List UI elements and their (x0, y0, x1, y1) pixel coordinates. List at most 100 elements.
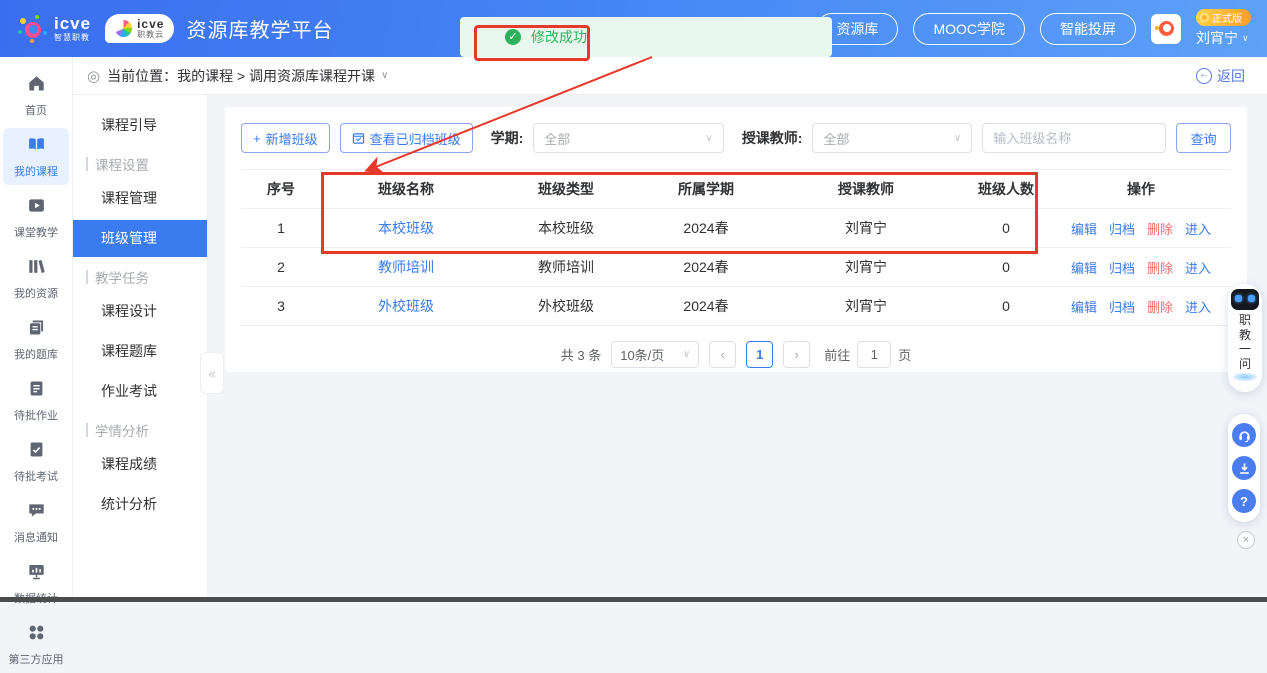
column-header-班级名称: 班级名称 (321, 179, 491, 199)
sidebar-item-首页[interactable]: 首页 (3, 67, 69, 124)
header-nav-智能投屏[interactable]: 智能投屏 (1040, 13, 1136, 45)
semester-select[interactable]: 全部 ∨ (533, 123, 724, 153)
sidebar-item-消息通知[interactable]: 消息通知 (3, 494, 69, 551)
submenu-item-课程成绩[interactable]: 课程成绩 (73, 446, 207, 483)
sidebar-item-label: 课堂教学 (14, 224, 58, 240)
sidebar-item-label: 待批考试 (14, 468, 58, 484)
submenu-item-作业考试[interactable]: 作业考试 (73, 373, 207, 410)
action-归档[interactable]: 归档 (1109, 258, 1135, 277)
page-size-select[interactable]: 10条/页 ∨ (611, 341, 699, 368)
submenu-section-课程设置: 课程设置 (73, 147, 207, 180)
sidebar-item-我的题库[interactable]: 我的题库 (3, 311, 69, 368)
submenu-section-教学任务: 教学任务 (73, 260, 207, 293)
floating-toolbar: ? (1228, 414, 1260, 522)
action-进入[interactable]: 进入 (1185, 297, 1211, 316)
sidebar-item-我的课程[interactable]: 我的课程 (3, 128, 69, 185)
submenu-item-统计分析[interactable]: 统计分析 (73, 486, 207, 523)
submenu-section-label: 课程设置 (95, 154, 149, 174)
cell-type: 外校班级 (491, 296, 641, 316)
user-menu[interactable]: 正式版 刘宵宁∨ (1196, 9, 1251, 48)
page-number-button[interactable]: 1 (746, 341, 773, 368)
customer-service-button[interactable] (1232, 423, 1256, 447)
submenu-item-班级管理[interactable]: 班级管理 (73, 220, 207, 257)
teacher-select[interactable]: 全部 ∨ (812, 123, 972, 153)
action-删除[interactable]: 删除 (1147, 219, 1173, 238)
window-bottom-edge (0, 597, 1267, 602)
brand1-name: icve (54, 15, 91, 32)
section-bar (86, 423, 88, 437)
section-bar (86, 270, 88, 284)
breadcrumb: 当前位置：我的课程 > 调用资源库课程开课 (107, 66, 375, 86)
sidebar-item-第三方应用[interactable]: 第三方应用 (3, 616, 69, 673)
stats-icon (27, 562, 46, 586)
medal-icon (1200, 13, 1209, 22)
action-删除[interactable]: 删除 (1147, 297, 1173, 316)
help-button[interactable]: ? (1232, 489, 1256, 513)
sidebar-item-label: 我的资源 (14, 285, 58, 301)
close-icon: × (1243, 534, 1249, 546)
message-icon (27, 501, 46, 525)
class-name-search-input[interactable] (982, 123, 1166, 153)
prev-page-button[interactable]: ‹ (709, 341, 736, 368)
question-icon: ? (1240, 494, 1248, 509)
apps-icon (27, 623, 46, 647)
column-header-授课教师: 授课教师 (771, 179, 961, 199)
back-button[interactable]: ← 返回 (1196, 66, 1245, 86)
sidebar-item-数据统计[interactable]: 数据统计 (3, 555, 69, 612)
next-page-button[interactable]: › (783, 341, 810, 368)
cell-count: 0 (961, 298, 1051, 314)
location-icon: ◎ (87, 67, 100, 85)
table-header-row: 序号班级名称班级类型所属学期授课教师班级人数操作 (241, 169, 1231, 209)
brand-icve-zhihuizhijiao: icve 智慧职教 (16, 14, 91, 44)
class-name-link[interactable]: 外校班级 (321, 296, 491, 316)
total-count: 共 3 条 (561, 345, 601, 364)
submenu-item-课程题库[interactable]: 课程题库 (73, 333, 207, 370)
sidebar-item-我的资源[interactable]: 我的资源 (3, 250, 69, 307)
cell-actions: 编辑归档删除进入 (1051, 219, 1231, 238)
view-archived-classes-button[interactable]: 查看已归档班级 (340, 123, 473, 153)
submenu-item-课程管理[interactable]: 课程管理 (73, 180, 207, 217)
submenu-collapse-handle[interactable]: « (200, 352, 224, 394)
column-header-班级人数: 班级人数 (961, 179, 1051, 199)
sidebar-item-label: 我的课程 (14, 163, 58, 179)
home-icon (27, 74, 46, 98)
action-编辑[interactable]: 编辑 (1071, 219, 1097, 238)
cell-semester: 2024春 (641, 218, 771, 238)
action-进入[interactable]: 进入 (1185, 219, 1211, 238)
header-nav-MOOC学院[interactable]: MOOC学院 (913, 13, 1025, 45)
column-header-所属学期: 所属学期 (641, 179, 771, 199)
action-编辑[interactable]: 编辑 (1071, 297, 1097, 316)
class-name-link[interactable]: 本校班级 (321, 218, 491, 238)
goto-page-input[interactable] (857, 341, 891, 368)
action-归档[interactable]: 归档 (1109, 297, 1135, 316)
close-floating-button[interactable]: × (1237, 531, 1255, 549)
brand2-name: icve (137, 18, 164, 30)
class-name-link[interactable]: 教师培训 (321, 257, 491, 277)
ai-assistant-widget[interactable]: 职教一问 (1228, 284, 1262, 392)
sidebar-item-待批作业[interactable]: 待批作业 (3, 372, 69, 429)
submenu-item-课程引导[interactable]: 课程引导 (73, 107, 207, 144)
cell-teacher: 刘宵宁 (771, 257, 961, 277)
sidebar-item-label: 第三方应用 (9, 651, 64, 667)
action-编辑[interactable]: 编辑 (1071, 258, 1097, 277)
sidebar-item-课堂教学[interactable]: 课堂教学 (3, 189, 69, 246)
download-icon (1237, 461, 1252, 476)
toast-message: 修改成功 (531, 27, 587, 47)
query-button[interactable]: 查询 (1176, 123, 1231, 153)
column-header-操作: 操作 (1051, 179, 1231, 199)
download-button[interactable] (1232, 456, 1256, 480)
chevron-down-icon: ∨ (1242, 33, 1249, 44)
cell-type: 教师培训 (491, 257, 641, 277)
holo-base-icon (1233, 373, 1257, 381)
table-row: 3外校班级外校班级2024春刘宵宁0编辑归档删除进入 (241, 287, 1231, 326)
app-launcher-icon[interactable] (1151, 14, 1181, 44)
action-进入[interactable]: 进入 (1185, 258, 1211, 277)
submenu-item-课程设计[interactable]: 课程设计 (73, 293, 207, 330)
robot-face-icon (1231, 289, 1259, 310)
chevron-down-icon[interactable]: ∨ (381, 70, 388, 81)
action-删除[interactable]: 删除 (1147, 258, 1173, 277)
table-row: 2教师培训教师培训2024春刘宵宁0编辑归档删除进入 (241, 248, 1231, 287)
add-class-button[interactable]: +新增班级 (241, 123, 330, 153)
action-归档[interactable]: 归档 (1109, 219, 1135, 238)
sidebar-item-待批考试[interactable]: 待批考试 (3, 433, 69, 490)
